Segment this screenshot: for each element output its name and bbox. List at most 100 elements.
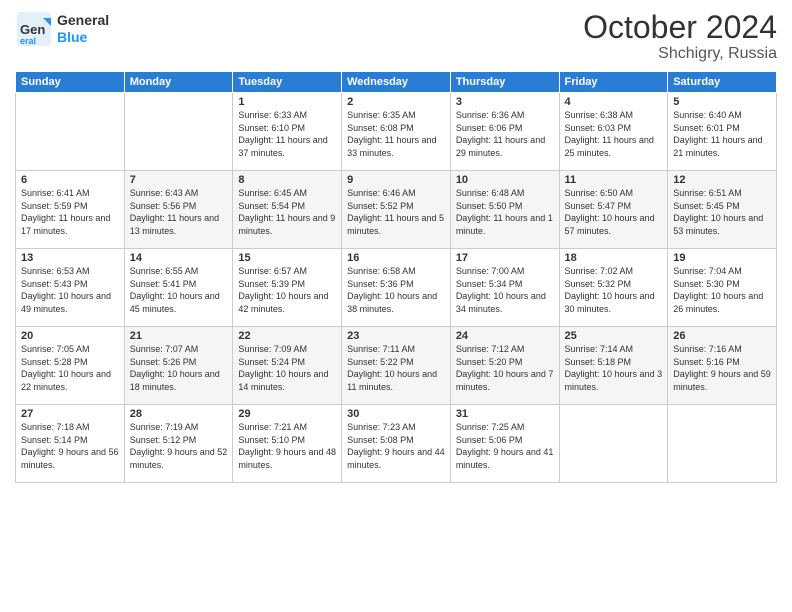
calendar-cell: 27Sunrise: 7:18 AMSunset: 5:14 PMDayligh… — [16, 405, 125, 483]
day-info: Sunrise: 7:04 AMSunset: 5:30 PMDaylight:… — [673, 265, 771, 315]
day-number: 2 — [347, 96, 445, 108]
day-info: Sunrise: 7:07 AMSunset: 5:26 PMDaylight:… — [130, 343, 228, 393]
calendar-week-2: 13Sunrise: 6:53 AMSunset: 5:43 PMDayligh… — [16, 249, 777, 327]
day-info: Sunrise: 7:05 AMSunset: 5:28 PMDaylight:… — [21, 343, 119, 393]
day-number: 6 — [21, 174, 119, 186]
calendar-cell: 31Sunrise: 7:25 AMSunset: 5:06 PMDayligh… — [450, 405, 559, 483]
day-info: Sunrise: 7:02 AMSunset: 5:32 PMDaylight:… — [565, 265, 663, 315]
day-info: Sunrise: 6:45 AMSunset: 5:54 PMDaylight:… — [238, 187, 336, 237]
day-number: 10 — [456, 174, 554, 186]
calendar-cell: 19Sunrise: 7:04 AMSunset: 5:30 PMDayligh… — [668, 249, 777, 327]
calendar-cell: 26Sunrise: 7:16 AMSunset: 5:16 PMDayligh… — [668, 327, 777, 405]
calendar-cell: 18Sunrise: 7:02 AMSunset: 5:32 PMDayligh… — [559, 249, 668, 327]
day-info: Sunrise: 6:48 AMSunset: 5:50 PMDaylight:… — [456, 187, 554, 237]
calendar-cell: 14Sunrise: 6:55 AMSunset: 5:41 PMDayligh… — [124, 249, 233, 327]
col-tuesday: Tuesday — [233, 72, 342, 93]
day-info: Sunrise: 6:53 AMSunset: 5:43 PMDaylight:… — [21, 265, 119, 315]
calendar-week-0: 1Sunrise: 6:33 AMSunset: 6:10 PMDaylight… — [16, 93, 777, 171]
day-info: Sunrise: 7:14 AMSunset: 5:18 PMDaylight:… — [565, 343, 663, 393]
calendar-cell: 7Sunrise: 6:43 AMSunset: 5:56 PMDaylight… — [124, 171, 233, 249]
month-title: October 2024 — [583, 10, 777, 45]
day-number: 12 — [673, 174, 771, 186]
logo-text: General Blue — [57, 12, 109, 46]
day-number: 9 — [347, 174, 445, 186]
calendar-cell: 5Sunrise: 6:40 AMSunset: 6:01 PMDaylight… — [668, 93, 777, 171]
day-number: 19 — [673, 252, 771, 264]
day-number: 1 — [238, 96, 336, 108]
day-number: 17 — [456, 252, 554, 264]
calendar-cell: 24Sunrise: 7:12 AMSunset: 5:20 PMDayligh… — [450, 327, 559, 405]
day-number: 29 — [238, 408, 336, 420]
location-title: Shchigry, Russia — [583, 45, 777, 63]
calendar-cell: 23Sunrise: 7:11 AMSunset: 5:22 PMDayligh… — [342, 327, 451, 405]
day-info: Sunrise: 7:12 AMSunset: 5:20 PMDaylight:… — [456, 343, 554, 393]
calendar-cell — [16, 93, 125, 171]
calendar-cell: 17Sunrise: 7:00 AMSunset: 5:34 PMDayligh… — [450, 249, 559, 327]
calendar-cell: 1Sunrise: 6:33 AMSunset: 6:10 PMDaylight… — [233, 93, 342, 171]
day-number: 30 — [347, 408, 445, 420]
day-info: Sunrise: 6:35 AMSunset: 6:08 PMDaylight:… — [347, 109, 445, 159]
day-number: 13 — [21, 252, 119, 264]
calendar-cell: 13Sunrise: 6:53 AMSunset: 5:43 PMDayligh… — [16, 249, 125, 327]
calendar-cell: 20Sunrise: 7:05 AMSunset: 5:28 PMDayligh… — [16, 327, 125, 405]
calendar-cell: 6Sunrise: 6:41 AMSunset: 5:59 PMDaylight… — [16, 171, 125, 249]
calendar-cell — [559, 405, 668, 483]
calendar-cell: 16Sunrise: 6:58 AMSunset: 5:36 PMDayligh… — [342, 249, 451, 327]
day-info: Sunrise: 6:57 AMSunset: 5:39 PMDaylight:… — [238, 265, 336, 315]
day-info: Sunrise: 7:19 AMSunset: 5:12 PMDaylight:… — [130, 421, 228, 471]
logo-icon: Gen eral — [15, 10, 53, 48]
col-wednesday: Wednesday — [342, 72, 451, 93]
day-info: Sunrise: 6:36 AMSunset: 6:06 PMDaylight:… — [456, 109, 554, 159]
day-number: 3 — [456, 96, 554, 108]
day-number: 18 — [565, 252, 663, 264]
col-saturday: Saturday — [668, 72, 777, 93]
day-number: 28 — [130, 408, 228, 420]
day-info: Sunrise: 6:43 AMSunset: 5:56 PMDaylight:… — [130, 187, 228, 237]
day-number: 11 — [565, 174, 663, 186]
day-info: Sunrise: 6:58 AMSunset: 5:36 PMDaylight:… — [347, 265, 445, 315]
calendar-cell — [668, 405, 777, 483]
day-number: 7 — [130, 174, 228, 186]
title-area: October 2024 Shchigry, Russia — [583, 10, 777, 63]
calendar-cell: 12Sunrise: 6:51 AMSunset: 5:45 PMDayligh… — [668, 171, 777, 249]
col-thursday: Thursday — [450, 72, 559, 93]
day-number: 16 — [347, 252, 445, 264]
day-info: Sunrise: 6:40 AMSunset: 6:01 PMDaylight:… — [673, 109, 771, 159]
day-number: 27 — [21, 408, 119, 420]
calendar-cell: 30Sunrise: 7:23 AMSunset: 5:08 PMDayligh… — [342, 405, 451, 483]
calendar-header-row: Sunday Monday Tuesday Wednesday Thursday… — [16, 72, 777, 93]
calendar-cell: 9Sunrise: 6:46 AMSunset: 5:52 PMDaylight… — [342, 171, 451, 249]
day-number: 24 — [456, 330, 554, 342]
day-info: Sunrise: 7:09 AMSunset: 5:24 PMDaylight:… — [238, 343, 336, 393]
day-number: 15 — [238, 252, 336, 264]
day-info: Sunrise: 6:33 AMSunset: 6:10 PMDaylight:… — [238, 109, 336, 159]
col-sunday: Sunday — [16, 72, 125, 93]
day-number: 4 — [565, 96, 663, 108]
calendar-cell: 15Sunrise: 6:57 AMSunset: 5:39 PMDayligh… — [233, 249, 342, 327]
day-info: Sunrise: 6:46 AMSunset: 5:52 PMDaylight:… — [347, 187, 445, 237]
day-number: 21 — [130, 330, 228, 342]
calendar-cell: 2Sunrise: 6:35 AMSunset: 6:08 PMDaylight… — [342, 93, 451, 171]
page: Gen eral General Blue October 2024 Shchi… — [0, 0, 792, 612]
calendar-week-3: 20Sunrise: 7:05 AMSunset: 5:28 PMDayligh… — [16, 327, 777, 405]
day-info: Sunrise: 6:38 AMSunset: 6:03 PMDaylight:… — [565, 109, 663, 159]
day-number: 26 — [673, 330, 771, 342]
col-friday: Friday — [559, 72, 668, 93]
calendar-cell — [124, 93, 233, 171]
logo: Gen eral General Blue — [15, 10, 109, 48]
svg-text:Gen: Gen — [20, 22, 45, 37]
header: Gen eral General Blue October 2024 Shchi… — [15, 10, 777, 63]
day-info: Sunrise: 7:00 AMSunset: 5:34 PMDaylight:… — [456, 265, 554, 315]
col-monday: Monday — [124, 72, 233, 93]
day-info: Sunrise: 7:25 AMSunset: 5:06 PMDaylight:… — [456, 421, 554, 471]
calendar-cell: 25Sunrise: 7:14 AMSunset: 5:18 PMDayligh… — [559, 327, 668, 405]
calendar-cell: 28Sunrise: 7:19 AMSunset: 5:12 PMDayligh… — [124, 405, 233, 483]
day-info: Sunrise: 6:51 AMSunset: 5:45 PMDaylight:… — [673, 187, 771, 237]
day-number: 25 — [565, 330, 663, 342]
calendar-table: Sunday Monday Tuesday Wednesday Thursday… — [15, 71, 777, 483]
day-info: Sunrise: 7:18 AMSunset: 5:14 PMDaylight:… — [21, 421, 119, 471]
calendar-cell: 21Sunrise: 7:07 AMSunset: 5:26 PMDayligh… — [124, 327, 233, 405]
day-number: 20 — [21, 330, 119, 342]
calendar-cell: 11Sunrise: 6:50 AMSunset: 5:47 PMDayligh… — [559, 171, 668, 249]
day-info: Sunrise: 7:16 AMSunset: 5:16 PMDaylight:… — [673, 343, 771, 393]
